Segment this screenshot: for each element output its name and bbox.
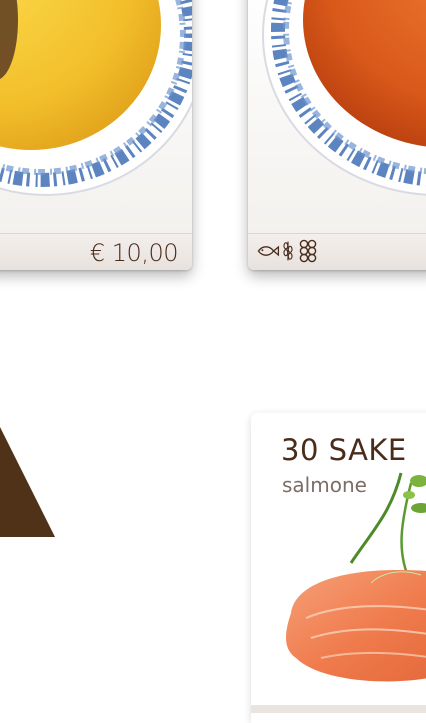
wheat-icon bbox=[283, 241, 293, 261]
allergen-list bbox=[256, 238, 320, 264]
dish-image bbox=[248, 0, 426, 236]
dish-card-left[interactable]: € 10,00 bbox=[0, 0, 192, 270]
price-label: € 10,00 bbox=[89, 239, 179, 267]
dish-card-30-sake[interactable]: 30 SAKE salmone bbox=[251, 413, 426, 723]
sauce-bowl-image bbox=[262, 0, 426, 196]
dish-card-right[interactable] bbox=[248, 0, 426, 270]
soup-bowl-image bbox=[0, 0, 192, 196]
card-footer-strip bbox=[251, 705, 426, 713]
fish-icon bbox=[257, 245, 280, 257]
salmon-sashimi-image bbox=[286, 472, 426, 682]
price-bar: € 10,00 bbox=[0, 233, 192, 270]
triangle-decoration bbox=[0, 427, 56, 537]
dish-image bbox=[0, 0, 192, 236]
triangle-shape bbox=[0, 427, 55, 537]
soy-icon bbox=[299, 239, 317, 263]
allergen-bar bbox=[248, 233, 426, 270]
